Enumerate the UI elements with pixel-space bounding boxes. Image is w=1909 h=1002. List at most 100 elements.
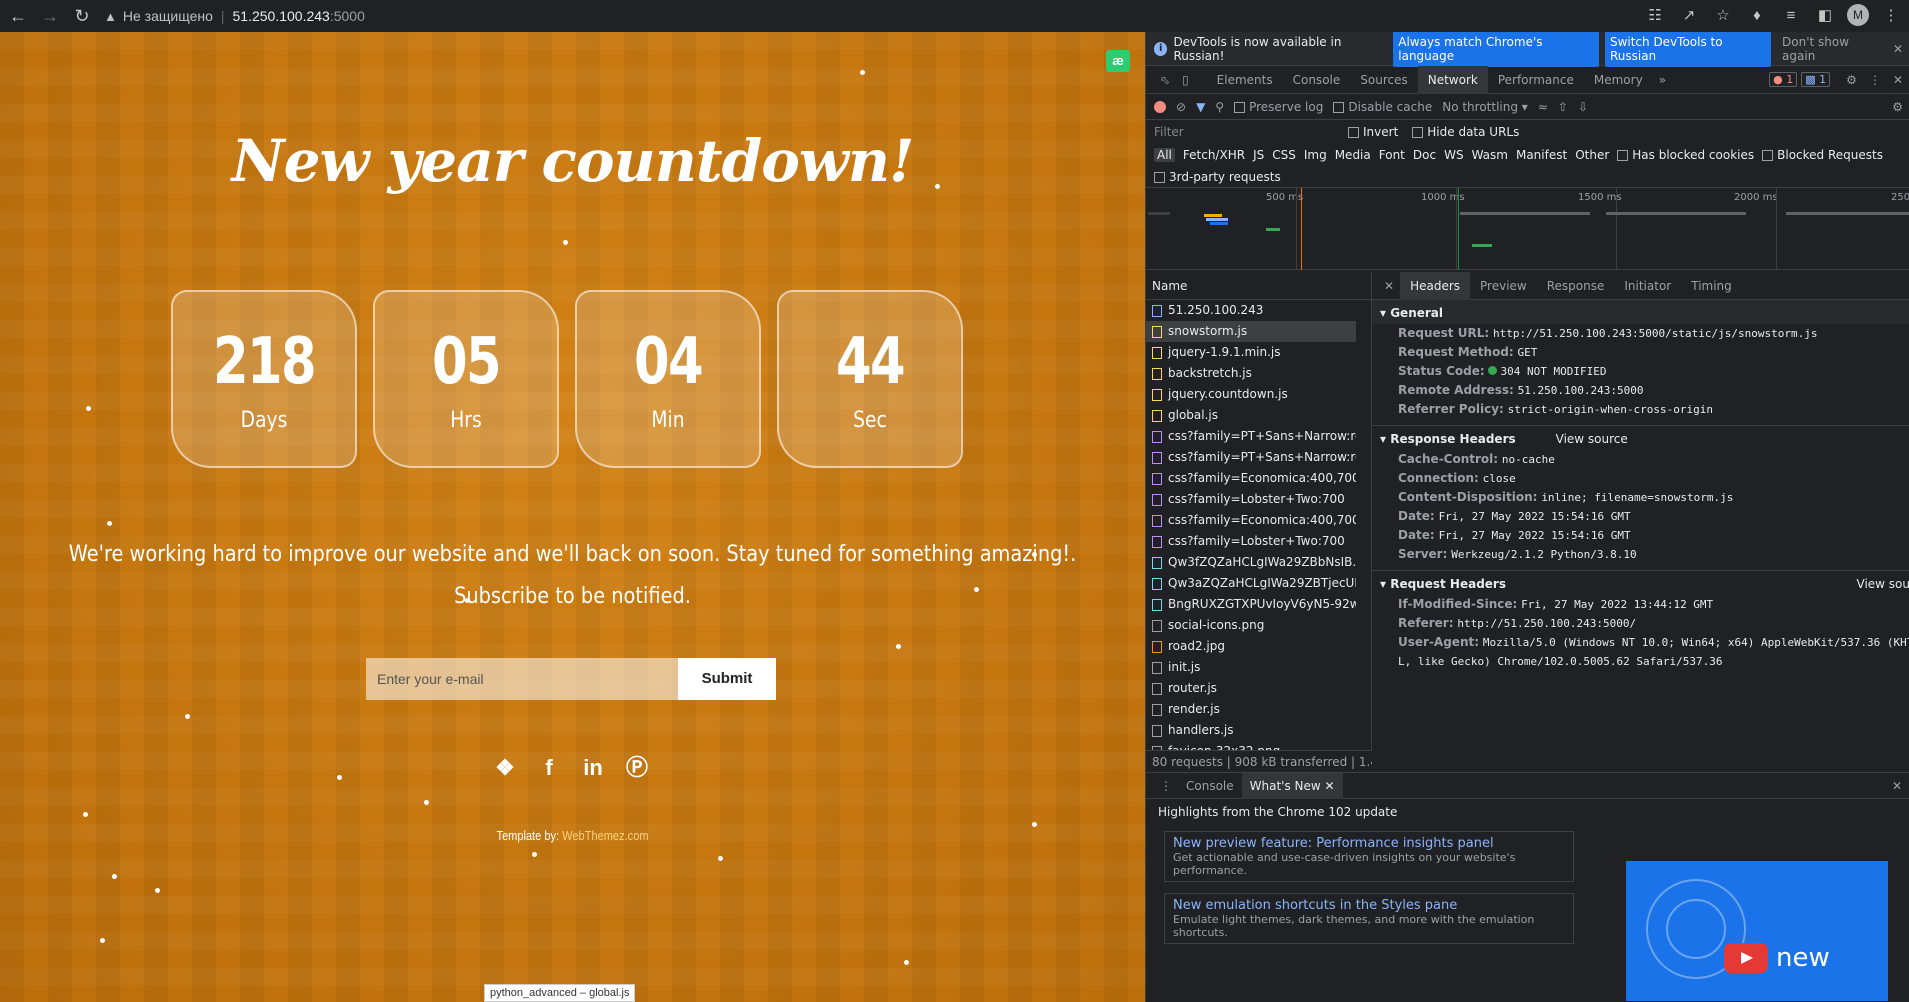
type-other[interactable]: Other	[1575, 148, 1609, 162]
errors-badge[interactable]: ● 1	[1769, 72, 1798, 87]
request-row[interactable]: Qw3fZQZaHCLgIWa29ZBbNsIB.wof	[1146, 552, 1356, 573]
type-img[interactable]: Img	[1304, 148, 1327, 162]
filter-icon[interactable]: ▼	[1196, 100, 1205, 114]
side-panel-icon[interactable]: ◧	[1813, 4, 1837, 28]
preserve-log-checkbox[interactable]: Preserve log	[1234, 100, 1323, 114]
profile-avatar[interactable]: M	[1847, 4, 1869, 26]
request-row[interactable]: init.js	[1146, 657, 1356, 678]
close-icon[interactable]: ✕	[1893, 42, 1903, 56]
request-row[interactable]: render.js	[1146, 699, 1356, 720]
whats-new-card[interactable]: New emulation shortcuts in the Styles pa…	[1164, 893, 1574, 944]
request-row[interactable]: css?family=Economica:400,700	[1146, 510, 1356, 531]
third-party-checkbox[interactable]: 3rd-party requests	[1154, 170, 1281, 184]
hide-data-urls-checkbox[interactable]: Hide data URLs	[1412, 125, 1519, 139]
blocked-requests-checkbox[interactable]: Blocked Requests	[1762, 148, 1883, 162]
menu-icon[interactable]: ⋮	[1879, 4, 1903, 28]
template-link[interactable]: WebThemez.com	[562, 828, 648, 843]
close-drawer-icon[interactable]: ✕	[1892, 779, 1902, 793]
request-headers-section-header[interactable]: ▾ Request Headers View sou	[1372, 571, 1909, 595]
messages-badge[interactable]: ▩ 1	[1801, 72, 1831, 87]
type-css[interactable]: CSS	[1272, 148, 1296, 162]
request-row[interactable]: jquery-1.9.1.min.js	[1146, 342, 1356, 363]
pinterest-icon[interactable]: Ⓟ	[623, 754, 651, 782]
request-row[interactable]: css?family=Lobster+Two:700	[1146, 531, 1356, 552]
network-overview[interactable]: 500 ms 1000 ms 1500 ms 2000 ms 2500	[1146, 188, 1909, 270]
close-devtools-icon[interactable]: ✕	[1887, 73, 1909, 87]
whats-new-card[interactable]: New preview feature: Performance insight…	[1164, 831, 1574, 882]
request-row[interactable]: css?family=PT+Sans+Narrow:regul	[1146, 426, 1356, 447]
invert-checkbox[interactable]: Invert	[1348, 125, 1398, 139]
tab-console[interactable]: Console	[1283, 66, 1351, 94]
type-all[interactable]: All	[1154, 148, 1175, 162]
match-language-button[interactable]: Always match Chrome's language	[1393, 32, 1599, 67]
inspect-icon[interactable]: ⬁	[1154, 73, 1176, 87]
tab-memory[interactable]: Memory	[1584, 66, 1653, 94]
facebook-icon[interactable]: f	[535, 754, 563, 782]
search-icon[interactable]: ⚲	[1215, 100, 1224, 114]
kebab-menu-icon[interactable]: ⋮	[1863, 73, 1887, 87]
tab-preview[interactable]: Preview	[1470, 272, 1537, 300]
general-section-header[interactable]: ▾ General	[1372, 300, 1909, 324]
more-tabs-icon[interactable]: »	[1653, 73, 1672, 87]
dont-show-button[interactable]: Don't show again	[1777, 32, 1887, 67]
record-icon[interactable]	[1154, 100, 1166, 113]
tab-elements[interactable]: Elements	[1207, 66, 1283, 94]
drawer-tab-whats-new[interactable]: What's New ✕	[1241, 772, 1343, 799]
extensions-icon[interactable]: ♦	[1745, 4, 1769, 28]
drawer-tab-console[interactable]: Console	[1178, 773, 1242, 799]
request-row[interactable]: css?family=Economica:400,700	[1146, 468, 1356, 489]
drawer-menu-icon[interactable]: ⋮	[1154, 779, 1178, 793]
tab-response[interactable]: Response	[1537, 272, 1615, 300]
close-detail-icon[interactable]: ✕	[1378, 279, 1400, 293]
close-icon[interactable]: ✕	[1325, 779, 1335, 793]
request-row[interactable]: backstretch.js	[1146, 363, 1356, 384]
tab-network[interactable]: Network	[1417, 65, 1488, 94]
clear-icon[interactable]: ⊘	[1176, 100, 1186, 114]
name-column-header[interactable]: Name	[1146, 272, 1371, 300]
type-doc[interactable]: Doc	[1413, 148, 1436, 162]
bookmark-star-icon[interactable]: ☆	[1711, 4, 1735, 28]
switch-russian-button[interactable]: Switch DevTools to Russian	[1604, 32, 1772, 67]
email-field[interactable]: Enter your e-mail	[366, 658, 678, 700]
view-source-link[interactable]: View sou	[1857, 577, 1909, 591]
request-row[interactable]: snowstorm.js	[1146, 321, 1356, 342]
request-row[interactable]: css?family=PT+Sans+Narrow:regul	[1146, 447, 1356, 468]
type-media[interactable]: Media	[1335, 148, 1371, 162]
disable-cache-checkbox[interactable]: Disable cache	[1333, 100, 1432, 114]
tab-performance[interactable]: Performance	[1488, 66, 1584, 94]
response-headers-section-header[interactable]: ▾ Response Headers View source	[1372, 426, 1909, 450]
type-fetch-xhr[interactable]: Fetch/XHR	[1183, 148, 1245, 162]
request-row[interactable]: jquery.countdown.js	[1146, 384, 1356, 405]
back-icon[interactable]: ←	[6, 4, 30, 28]
video-promo[interactable]: new	[1626, 861, 1888, 1001]
submit-button[interactable]: Submit	[678, 658, 776, 700]
network-settings-icon[interactable]: ⚙	[1892, 100, 1903, 114]
request-row[interactable]: road2.jpg	[1146, 636, 1356, 657]
request-row[interactable]: router.js	[1146, 678, 1356, 699]
device-toggle-icon[interactable]: ▯	[1176, 73, 1195, 87]
linkedin-icon[interactable]: in	[579, 754, 607, 782]
request-row[interactable]: social-icons.png	[1146, 615, 1356, 636]
address-bar[interactable]: ▲ Не защищено | 51.250.100.243:5000	[104, 4, 1634, 28]
request-row[interactable]: handlers.js	[1146, 720, 1356, 741]
tab-headers[interactable]: Headers	[1400, 271, 1471, 300]
settings-gear-icon[interactable]: ⚙	[1840, 73, 1863, 87]
request-row[interactable]: BngRUXZGTXPUvIoyV6yN5-92w7C	[1146, 594, 1356, 615]
type-wasm[interactable]: Wasm	[1472, 148, 1508, 162]
play-icon[interactable]	[1724, 943, 1768, 973]
tab-sources[interactable]: Sources	[1350, 66, 1417, 94]
type-font[interactable]: Font	[1379, 148, 1405, 162]
type-ws[interactable]: WS	[1444, 148, 1463, 162]
extension-badge[interactable]: æ	[1106, 50, 1130, 72]
filter-input[interactable]: Filter	[1154, 125, 1334, 139]
type-js[interactable]: JS	[1253, 148, 1264, 162]
type-manifest[interactable]: Manifest	[1516, 148, 1567, 162]
share-icon[interactable]: ↗	[1677, 4, 1701, 28]
tab-timing[interactable]: Timing	[1681, 272, 1742, 300]
request-row[interactable]: global.js	[1146, 405, 1356, 426]
view-source-link[interactable]: View source	[1556, 432, 1628, 446]
import-icon[interactable]: ⇧	[1558, 100, 1568, 114]
translate-icon[interactable]: ☷	[1643, 4, 1667, 28]
twitter-icon[interactable]: ❖	[491, 754, 519, 782]
request-row[interactable]: Qw3aZQZaHCLgIWa29ZBTjecUDXx	[1146, 573, 1356, 594]
